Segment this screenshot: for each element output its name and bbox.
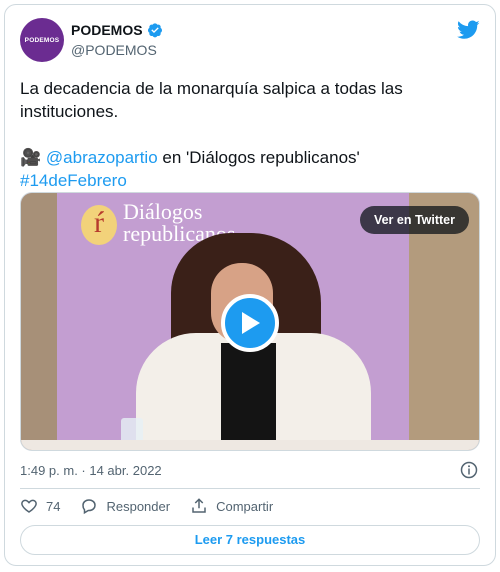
tweet-card: PODEMOS PODEMOS @PODEMOS La decadencia d… [4,4,496,566]
watch-on-twitter-button[interactable]: Ver en Twitter [359,206,469,234]
author-handle[interactable]: @PODEMOS [71,42,157,58]
video-logo-line: Diálogos [123,199,203,224]
reply-label: Responder [106,498,171,514]
share-icon [192,498,206,513]
tweet-timestamp[interactable]: 1:49 p. m. · 14 abr. 2022 [20,463,162,478]
speaker-figure [221,343,276,450]
tweet-text: La decadencia de la monarquía salpica a … [20,77,480,192]
video-player[interactable]: ŕ Diálogos republicanos Ver en Twitter [20,192,480,451]
twitter-bird-icon[interactable] [457,20,480,40]
action-bar: 74 Responder Compartir [20,497,293,515]
mention-link[interactable]: @abrazopartio [46,148,158,167]
avatar[interactable]: PODEMOS [20,18,64,62]
heart-icon [21,499,37,513]
author-name-row[interactable]: PODEMOS [71,22,163,38]
like-button[interactable]: 74 [20,497,60,515]
video-background [21,193,57,450]
camera-emoji-icon: 🎥 [20,148,42,167]
divider [20,488,480,489]
read-replies-button[interactable]: Leer 7 respuestas [20,525,480,555]
verified-badge-icon [147,23,162,38]
play-button[interactable] [221,294,279,352]
line-break [20,123,480,146]
video-table [21,440,479,450]
reply-bubble-icon [82,499,97,515]
author-display-name[interactable]: PODEMOS [71,22,143,38]
share-button[interactable]: Compartir [190,497,273,515]
tweet-text-line: instituciones. [20,102,119,121]
hashtag-link[interactable]: #14deFebrero [20,169,480,192]
dialogos-logo-icon: ŕ [81,205,117,245]
tweet-text-line: La decadencia de la monarquía salpica a … [20,79,403,98]
play-icon [242,312,260,334]
info-icon[interactable] [460,461,478,479]
reply-button[interactable]: Responder [80,497,170,515]
tweet-credit-line: 🎥 @abrazopartio en 'Diálogos republicano… [20,146,480,169]
like-count: 74 [46,498,61,514]
credit-suffix: en 'Diálogos republicanos' [157,148,360,167]
share-label: Compartir [216,498,274,514]
